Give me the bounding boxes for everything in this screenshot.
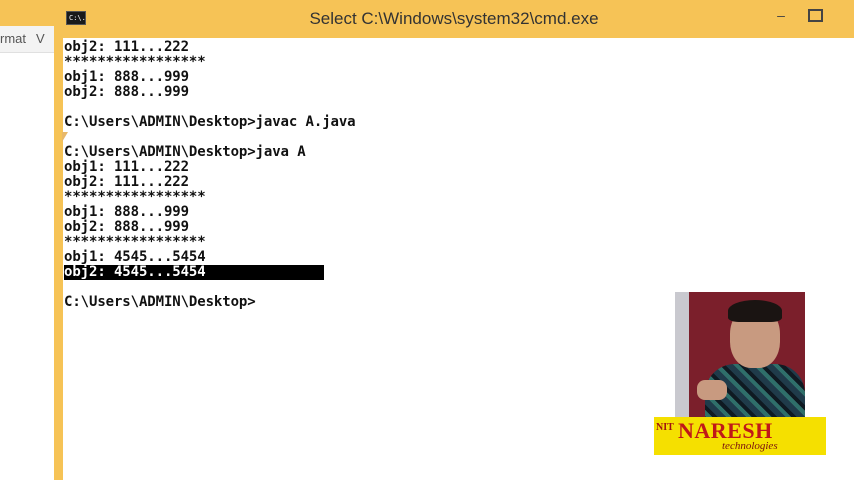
cmd-titlebar[interactable]: C:\. Select C:\Windows\system32\cmd.exe … (54, 0, 854, 38)
console-line: obj1: 888...999 (64, 69, 189, 85)
menu-item-format[interactable]: rmat (0, 31, 26, 46)
console-line: obj1: 111...222 (64, 159, 189, 175)
presenter-webcam-overlay (675, 292, 805, 418)
console-line: obj2: 111...222 (64, 39, 189, 55)
naresh-logo: NIT NARESH technologies (654, 417, 826, 455)
console-line: obj1: 4545...5454 (64, 249, 206, 265)
logo-mark: NIT (656, 422, 674, 433)
console-line: ***************** (64, 234, 206, 250)
window-title: Select C:\Windows\system32\cmd.exe (309, 9, 599, 28)
presenter-hair (728, 300, 782, 322)
mouse-cursor-icon (62, 132, 68, 142)
presenter-hand (697, 380, 727, 400)
console-line: obj2: 888...999 (64, 219, 189, 235)
console-line: ***************** (64, 54, 206, 70)
maximize-button[interactable] (804, 6, 826, 24)
minimize-button[interactable]: ‒ (770, 6, 792, 24)
minimize-icon: ‒ (777, 7, 785, 23)
background-notepad-window: rmat V (0, 0, 57, 480)
maximize-icon (807, 9, 823, 22)
console-line: obj2: 888...999 (64, 84, 189, 100)
console-line: C:\Users\ADMIN\Desktop>javac A.java (64, 114, 356, 130)
background-menu-bar: rmat V (0, 26, 56, 53)
console-line: ***************** (64, 189, 206, 205)
console-line: C:\Users\ADMIN\Desktop>java A (64, 144, 306, 160)
console-line: C:\Users\ADMIN\Desktop> (64, 294, 256, 310)
console-line: obj1: 888...999 (64, 204, 189, 220)
console-line: obj2: 4545...5454 (64, 265, 324, 280)
menu-item-view[interactable]: V (36, 31, 45, 46)
webcam-wall (675, 292, 689, 418)
console-line: obj2: 111...222 (64, 174, 189, 190)
background-titlebar (0, 0, 56, 26)
logo-tagline: technologies (722, 440, 778, 452)
